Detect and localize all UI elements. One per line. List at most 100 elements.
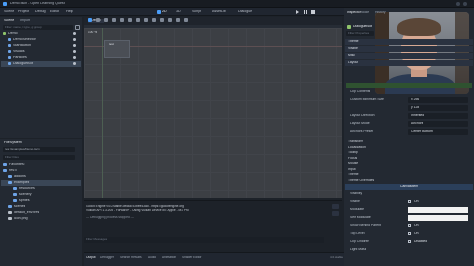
color-swatch[interactable] bbox=[408, 215, 468, 221]
scale-icon[interactable] bbox=[112, 18, 116, 22]
tab-import[interactable]: Import bbox=[20, 19, 30, 23]
grid-icon[interactable] bbox=[176, 18, 180, 22]
bottom-tab[interactable]: Output bbox=[86, 256, 96, 259]
filesystem-item[interactable]: default_env.tres bbox=[14, 211, 39, 215]
scene-tree-item[interactable]: Particles bbox=[13, 56, 27, 60]
collapsed-section[interactable]: Tooltip bbox=[348, 151, 358, 154]
inspector-section[interactable] bbox=[345, 46, 473, 52]
visibility-icon[interactable] bbox=[73, 32, 76, 35]
add-node-icon[interactable] bbox=[75, 25, 80, 30]
inspector-tab[interactable]: History bbox=[375, 11, 386, 14]
output-line-4: --- Debugging process stopped --- bbox=[86, 216, 134, 219]
pause-icon[interactable] bbox=[304, 10, 307, 14]
bottom-tab[interactable]: Shader Editor bbox=[182, 256, 202, 259]
color-swatch[interactable] bbox=[408, 207, 468, 213]
checkbox-icon[interactable] bbox=[408, 224, 411, 227]
pan-icon[interactable] bbox=[136, 18, 140, 22]
close-icon[interactable] bbox=[463, 2, 467, 6]
property-label: Anchors Preset bbox=[350, 130, 374, 133]
control-node-icon bbox=[347, 25, 351, 29]
filesystem-filter-input[interactable]: Filter Files bbox=[3, 155, 75, 160]
collapsed-section[interactable]: Theme Overrides bbox=[348, 179, 374, 182]
stop-icon[interactable] bbox=[311, 10, 315, 14]
visibility-icon[interactable] bbox=[73, 62, 76, 65]
folder-icon bbox=[13, 193, 17, 196]
scene-tree-item[interactable]: Demo bbox=[8, 32, 18, 36]
ruler-icon[interactable] bbox=[144, 18, 148, 22]
visibility-icon[interactable] bbox=[73, 38, 76, 41]
filesystem-item[interactable]: examples bbox=[14, 181, 29, 185]
collapsed-section[interactable]: Focus bbox=[348, 157, 357, 160]
copy-output-icon[interactable] bbox=[332, 211, 339, 216]
filesystem-item[interactable]: sprites bbox=[19, 199, 30, 203]
move-icon[interactable] bbox=[96, 18, 100, 22]
dialogue-box-preview[interactable]: text bbox=[104, 40, 130, 58]
menu-help[interactable]: Help bbox=[66, 10, 73, 14]
output-filter-input[interactable]: Filter Messages bbox=[84, 237, 324, 243]
tab-scene[interactable]: Scene bbox=[4, 19, 14, 23]
zoom-label[interactable]: 100 % bbox=[88, 31, 97, 34]
menu-editor[interactable]: Editor bbox=[50, 10, 59, 14]
filesystem-item[interactable]: icon.png bbox=[14, 217, 28, 221]
scene-tree-item[interactable]: DialogueBox bbox=[13, 62, 33, 66]
visibility-icon[interactable] bbox=[73, 50, 76, 53]
collapsed-section[interactable]: Transform bbox=[348, 140, 363, 143]
scene-tree-item[interactable]: Visuals bbox=[13, 50, 25, 54]
filesystem-item[interactable]: resources bbox=[19, 187, 35, 191]
inspector-section[interactable] bbox=[345, 60, 473, 66]
inspector-section[interactable] bbox=[345, 53, 473, 59]
checkbox-icon[interactable] bbox=[408, 200, 411, 203]
lock-icon[interactable] bbox=[152, 18, 156, 22]
filesystem-item[interactable]: scenes bbox=[14, 205, 25, 209]
workspace-3d[interactable]: 3D bbox=[176, 10, 181, 14]
property-value: x 256 bbox=[411, 98, 420, 101]
property-value: y 128 bbox=[411, 106, 420, 109]
clear-output-icon[interactable] bbox=[332, 204, 339, 209]
group-icon[interactable] bbox=[160, 18, 164, 22]
filesystem-item[interactable]: scenery bbox=[19, 193, 32, 197]
select-icon[interactable] bbox=[88, 18, 92, 22]
output-line-1: Godot Engine v4.0.stable.official.92bee4… bbox=[86, 205, 184, 208]
workspace-2d[interactable]: 2D bbox=[162, 10, 167, 14]
checkbox-icon[interactable] bbox=[408, 240, 411, 243]
workspace-script[interactable]: Script bbox=[192, 10, 201, 14]
view-icon[interactable] bbox=[184, 18, 188, 22]
bottom-tab[interactable]: Debugger bbox=[100, 256, 114, 259]
bottom-tab[interactable]: Search Results bbox=[120, 256, 142, 259]
scene-filter-input[interactable]: Filter: name, t:type, g:group bbox=[3, 25, 73, 30]
property-label: Top Level bbox=[350, 232, 365, 235]
snap-icon[interactable] bbox=[168, 18, 172, 22]
minimize-icon[interactable] bbox=[456, 2, 460, 6]
folder-icon bbox=[8, 205, 12, 208]
node-icon bbox=[8, 56, 11, 59]
output-filter-placeholder: Filter Messages bbox=[86, 238, 108, 241]
visibility-icon[interactable] bbox=[73, 44, 76, 47]
bottom-tab[interactable]: Audio bbox=[148, 256, 156, 259]
bottom-tab[interactable]: Animation bbox=[162, 256, 176, 259]
rotate-icon[interactable] bbox=[104, 18, 108, 22]
menu-scene[interactable]: Scene bbox=[4, 10, 14, 14]
filesystem-item[interactable]: Favorites: bbox=[9, 163, 25, 167]
filesystem-item[interactable]: addons bbox=[14, 175, 26, 179]
tab-filesystem[interactable]: FileSystem bbox=[4, 141, 22, 145]
workspace-dialogue[interactable]: Dialogue bbox=[238, 10, 252, 14]
menu-debug[interactable]: Debug bbox=[35, 10, 46, 14]
inspector-section[interactable] bbox=[345, 39, 473, 45]
inspector-tab[interactable]: Node bbox=[361, 11, 369, 14]
play-icon[interactable] bbox=[296, 10, 300, 14]
filesystem-path[interactable]: res://examples/Demo.tscn bbox=[3, 147, 75, 152]
scene-tree-item[interactable]: DemoSelector bbox=[13, 38, 36, 42]
collapsed-section[interactable]: Theme bbox=[348, 173, 359, 176]
collapsed-section[interactable]: Localization bbox=[348, 146, 366, 149]
visibility-icon[interactable] bbox=[73, 56, 76, 59]
pivot-icon[interactable] bbox=[128, 18, 132, 22]
collapsed-section[interactable]: Input bbox=[348, 168, 356, 171]
list-icon[interactable] bbox=[120, 18, 124, 22]
collapsed-section[interactable]: Mouse bbox=[348, 162, 358, 165]
scene-tree-item[interactable]: StartButton bbox=[13, 44, 31, 48]
checkbox-icon[interactable] bbox=[408, 232, 411, 235]
inspector-tab[interactable]: Inspector bbox=[347, 11, 361, 14]
filesystem-item[interactable]: res:// bbox=[9, 169, 17, 173]
menu-project[interactable]: Project bbox=[18, 10, 29, 14]
workspace-assetlib[interactable]: AssetLib bbox=[212, 10, 226, 14]
